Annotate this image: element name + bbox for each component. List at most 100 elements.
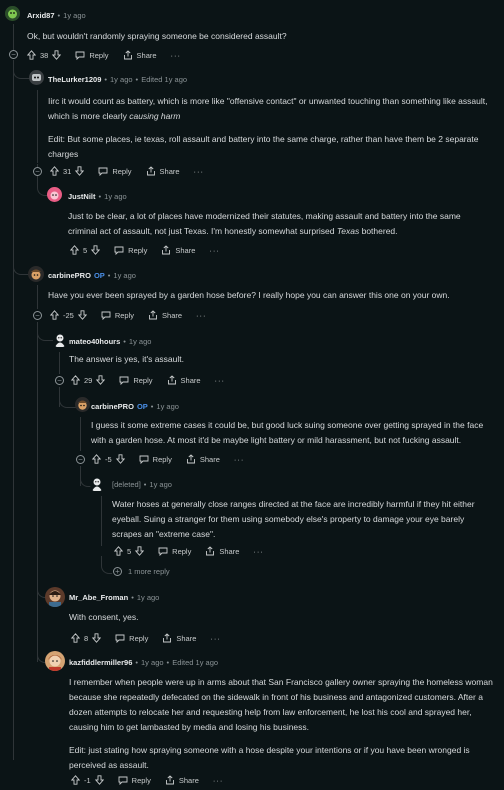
comment-meta: Mr_Abe_Froman • 1y ago: [69, 593, 160, 602]
comment-text: Just to be clear, a lot of places have m…: [68, 211, 461, 236]
timestamp: 1y ago: [128, 337, 152, 346]
avatar: [90, 476, 104, 492]
avatar[interactable]: [47, 187, 62, 202]
upvote-icon[interactable]: [27, 50, 36, 60]
username[interactable]: carbinePRO: [48, 271, 91, 280]
collapse-button[interactable]: −: [55, 376, 64, 385]
upvote-icon[interactable]: [114, 546, 123, 556]
username[interactable]: JustNilt: [68, 192, 96, 201]
upvote-icon[interactable]: [50, 310, 59, 320]
more-options-button[interactable]: ···: [213, 776, 224, 785]
comment-actions: 38 Reply Share ···: [27, 48, 181, 62]
collapse-button[interactable]: −: [33, 167, 42, 176]
downvote-icon[interactable]: [77, 310, 87, 320]
share-button[interactable]: Share: [167, 375, 201, 385]
reply-button[interactable]: Reply: [115, 634, 148, 643]
share-button[interactable]: Share: [148, 310, 182, 320]
share-button[interactable]: Share: [161, 245, 195, 255]
avatar[interactable]: [75, 397, 90, 412]
timestamp: 1y ago: [141, 658, 164, 667]
more-options-button[interactable]: ···: [253, 547, 264, 556]
timestamp: 1y ago: [104, 192, 127, 201]
edited-label: Edited 1y ago: [172, 658, 219, 667]
more-options-button[interactable]: ···: [171, 51, 182, 60]
comment-text: Water hoses at generally close ranges di…: [112, 499, 475, 539]
reply-button[interactable]: Reply: [114, 246, 147, 255]
username[interactable]: TheLurker1209: [48, 75, 101, 84]
vote-score: -25: [63, 310, 74, 320]
comment-actions: 29 Reply Share ···: [71, 373, 225, 387]
reply-button[interactable]: Reply: [75, 51, 109, 60]
downvote-icon[interactable]: [135, 546, 145, 556]
share-button[interactable]: Share: [146, 166, 180, 176]
reply-button[interactable]: Reply: [118, 776, 151, 785]
username[interactable]: carbinePRO: [91, 402, 134, 411]
collapse-button[interactable]: −: [9, 50, 18, 59]
username[interactable]: Arxid87: [27, 11, 55, 20]
more-options-button[interactable]: ···: [196, 311, 207, 320]
reply-button[interactable]: Reply: [101, 311, 134, 320]
reply-icon: [118, 776, 128, 785]
username[interactable]: Mr_Abe_Froman: [69, 593, 128, 602]
upvote-icon[interactable]: [71, 375, 80, 385]
upvote-icon[interactable]: [50, 166, 59, 176]
share-icon: [146, 166, 155, 176]
share-icon: [163, 633, 172, 643]
collapse-button[interactable]: −: [33, 311, 42, 320]
downvote-icon[interactable]: [92, 633, 102, 643]
vote-controls: 5: [70, 245, 101, 255]
share-button[interactable]: Share: [205, 546, 239, 556]
avatar[interactable]: [29, 70, 44, 85]
avatar[interactable]: [28, 266, 44, 282]
share-icon: [123, 50, 132, 60]
upvote-icon[interactable]: [92, 454, 101, 464]
reply-icon: [115, 634, 125, 643]
vote-score: 5: [127, 546, 132, 556]
username: [deleted]: [112, 480, 141, 489]
avatar[interactable]: [45, 651, 65, 671]
upvote-icon[interactable]: [71, 633, 80, 643]
reply-button[interactable]: Reply: [98, 167, 132, 176]
more-options-button[interactable]: ···: [210, 634, 221, 643]
more-options-button[interactable]: ···: [209, 246, 220, 255]
vote-controls: -25: [50, 310, 87, 320]
comment-text: Iirc it would count as battery, which is…: [48, 96, 488, 159]
reply-button[interactable]: Reply: [139, 455, 172, 464]
username[interactable]: kazfiddlermiller96: [69, 658, 132, 667]
share-button[interactable]: Share: [165, 775, 199, 785]
downvote-icon[interactable]: [52, 50, 62, 60]
comment-meta: TheLurker1209 • 1y ago • Edited 1y ago: [48, 75, 188, 84]
more-options-button[interactable]: ···: [194, 167, 205, 176]
downvote-icon[interactable]: [91, 245, 101, 255]
more-options-button[interactable]: ···: [215, 376, 226, 385]
collapse-button[interactable]: −: [76, 455, 85, 464]
vote-score: -5: [105, 454, 112, 464]
avatar[interactable]: [5, 6, 20, 21]
downvote-icon[interactable]: [96, 375, 106, 385]
upvote-icon[interactable]: [70, 245, 79, 255]
share-button[interactable]: Share: [186, 454, 220, 464]
reply-button[interactable]: Reply: [119, 376, 153, 385]
share-button[interactable]: Share: [123, 50, 157, 60]
timestamp: 1y ago: [63, 11, 86, 20]
avatar[interactable]: [45, 587, 65, 607]
comment-meta: carbinePRO OP • 1y ago: [48, 271, 136, 280]
vote-controls: 31: [50, 166, 85, 176]
upvote-icon[interactable]: [71, 775, 80, 785]
share-button[interactable]: Share: [162, 633, 196, 643]
more-options-button[interactable]: ···: [234, 455, 245, 464]
more-replies-link[interactable]: +1 more reply: [113, 567, 170, 576]
timestamp: 1y ago: [110, 75, 133, 84]
downvote-icon[interactable]: [115, 454, 125, 464]
share-icon: [167, 375, 176, 385]
reply-icon: [98, 167, 108, 176]
comment-meta: kazfiddlermiller96 • 1y ago • Edited 1y ago: [69, 658, 219, 667]
avatar[interactable]: [53, 332, 67, 348]
comment-text: I remember when people were up in arms a…: [69, 677, 493, 770]
reply-icon: [114, 246, 124, 255]
downvote-icon[interactable]: [75, 166, 85, 176]
reply-icon: [75, 51, 85, 60]
reply-button[interactable]: Reply: [158, 547, 191, 556]
username[interactable]: mateo40hours: [69, 337, 120, 346]
downvote-icon[interactable]: [94, 775, 104, 785]
